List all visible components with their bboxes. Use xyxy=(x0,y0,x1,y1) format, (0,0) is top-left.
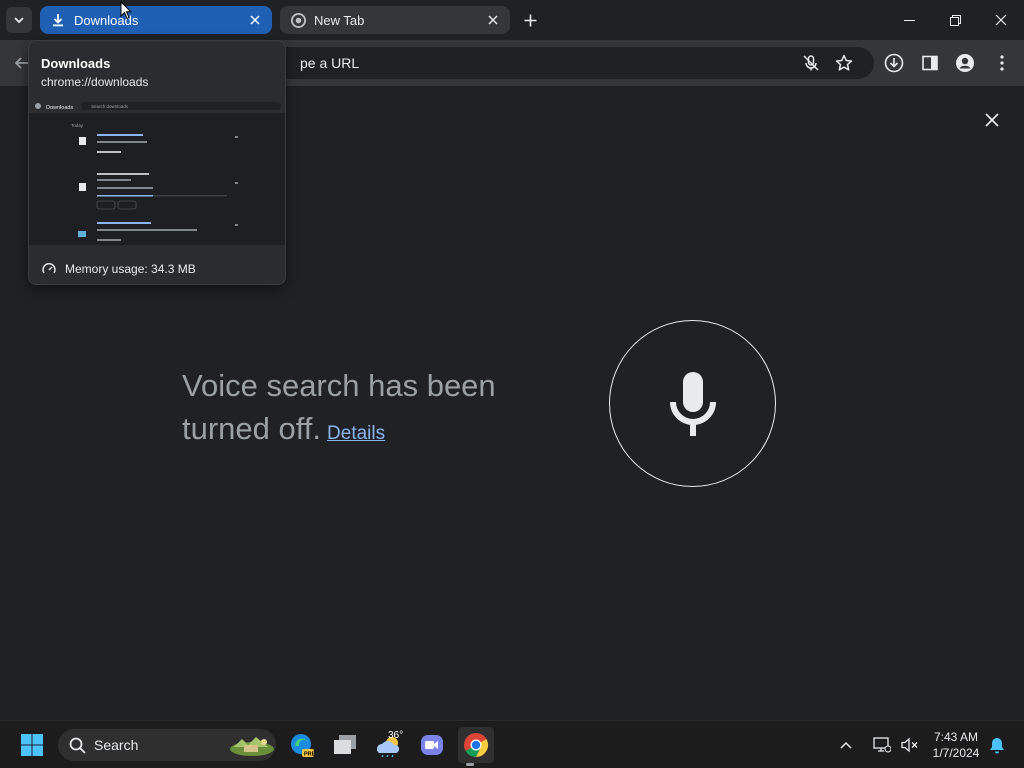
details-link[interactable]: Details xyxy=(327,423,385,444)
memory-usage-text: Memory usage: 34.3 MB xyxy=(65,261,196,276)
kebab-menu-icon xyxy=(1000,55,1004,71)
notifications-button[interactable] xyxy=(984,727,1010,763)
mic-off-icon xyxy=(803,55,819,71)
svg-text:PRE: PRE xyxy=(304,752,315,758)
download-icon xyxy=(50,12,66,28)
tab-strip: Downloads New Tab xyxy=(0,0,1024,40)
screen: Downloads New Tab pe a URL Voice search … xyxy=(0,0,1024,768)
start-button[interactable] xyxy=(14,727,50,763)
chrome-icon xyxy=(290,12,306,28)
downloads-button[interactable] xyxy=(882,51,906,75)
minimize-button[interactable] xyxy=(886,0,932,40)
menu-button[interactable] xyxy=(990,51,1014,75)
chrome-app[interactable] xyxy=(458,727,494,763)
tab-downloads[interactable]: Downloads xyxy=(40,6,272,34)
star-icon xyxy=(835,54,853,71)
profile-icon xyxy=(956,54,974,72)
meet-app[interactable] xyxy=(414,727,450,763)
voice-search-off-button[interactable] xyxy=(799,51,823,75)
microphone-icon xyxy=(669,371,716,436)
network-status-button[interactable] xyxy=(866,727,898,763)
clock-date: 1/7/2024 xyxy=(932,746,980,760)
close-icon xyxy=(995,14,1007,26)
chevron-down-icon xyxy=(14,17,24,24)
new-tab-button[interactable] xyxy=(518,9,542,31)
volume-muted-icon xyxy=(901,737,918,753)
hover-card-footer: Memory usage: 34.3 MB xyxy=(29,251,285,284)
running-indicator xyxy=(466,763,474,766)
clock-time: 7:43 AM xyxy=(933,730,979,744)
svg-text:Search downloads: Search downloads xyxy=(91,104,129,109)
taskbar-search[interactable]: Search xyxy=(58,729,276,761)
weather-temperature: 36° xyxy=(388,730,404,741)
close-icon xyxy=(488,15,498,25)
edge-dev-app[interactable]: PRE xyxy=(284,727,320,763)
download-circle-icon xyxy=(884,53,904,73)
voice-search-message: Voice search has been turned off. Details xyxy=(182,364,542,455)
taskbar: Search PRE 36° 7:43 AM 1/7/2024 xyxy=(0,720,1024,768)
close-voice-search-button[interactable] xyxy=(980,108,1004,132)
edge-icon: PRE xyxy=(291,734,315,758)
close-icon xyxy=(250,15,260,25)
tab-close-button[interactable] xyxy=(246,11,264,29)
chevron-up-icon xyxy=(840,741,852,749)
side-panel-icon xyxy=(922,55,938,71)
mic-button[interactable] xyxy=(609,320,776,487)
hover-card-url: chrome://downloads xyxy=(41,75,149,89)
minimize-icon xyxy=(903,19,915,21)
hover-card-title: Downloads xyxy=(41,56,111,71)
svg-text:Downloads: Downloads xyxy=(46,105,73,111)
windows-stack-icon xyxy=(334,735,356,754)
network-icon xyxy=(873,737,891,753)
show-hidden-icons-button[interactable] xyxy=(834,727,858,763)
chrome-logo-icon xyxy=(464,733,489,757)
tab-title: New Tab xyxy=(314,12,365,28)
taskbar-search-label: Search xyxy=(94,737,139,753)
plus-icon xyxy=(524,14,536,26)
volume-button[interactable] xyxy=(896,727,924,763)
tab-search-button[interactable] xyxy=(6,7,32,33)
tab-close-button[interactable] xyxy=(484,11,502,29)
search-icon xyxy=(68,736,86,754)
windows-logo-icon xyxy=(21,734,43,756)
restore-button[interactable] xyxy=(932,0,978,40)
bell-icon xyxy=(990,737,1004,753)
bookmark-star-button[interactable] xyxy=(832,51,856,75)
close-icon xyxy=(985,113,999,127)
close-window-button[interactable] xyxy=(978,0,1024,40)
omnibox-text: pe a URL xyxy=(300,55,360,71)
gauge-icon xyxy=(41,261,57,277)
mouse-cursor-icon xyxy=(120,1,132,20)
profile-button[interactable] xyxy=(953,51,977,75)
video-call-icon xyxy=(421,735,443,755)
clock[interactable]: 7:43 AM 1/7/2024 xyxy=(926,729,986,761)
svg-text:Today: Today xyxy=(71,123,84,128)
task-view-app[interactable] xyxy=(327,727,363,763)
tab-preview-thumbnail: Downloads Search downloads Today xyxy=(29,99,285,245)
tab-new-tab[interactable]: New Tab xyxy=(280,6,510,34)
search-highlight-art-icon xyxy=(230,737,274,756)
restore-icon xyxy=(949,14,961,26)
tab-hover-card: Downloads chrome://downloads Downloads S… xyxy=(28,40,286,285)
side-panel-button[interactable] xyxy=(918,51,942,75)
tab-title: Downloads xyxy=(74,12,139,28)
